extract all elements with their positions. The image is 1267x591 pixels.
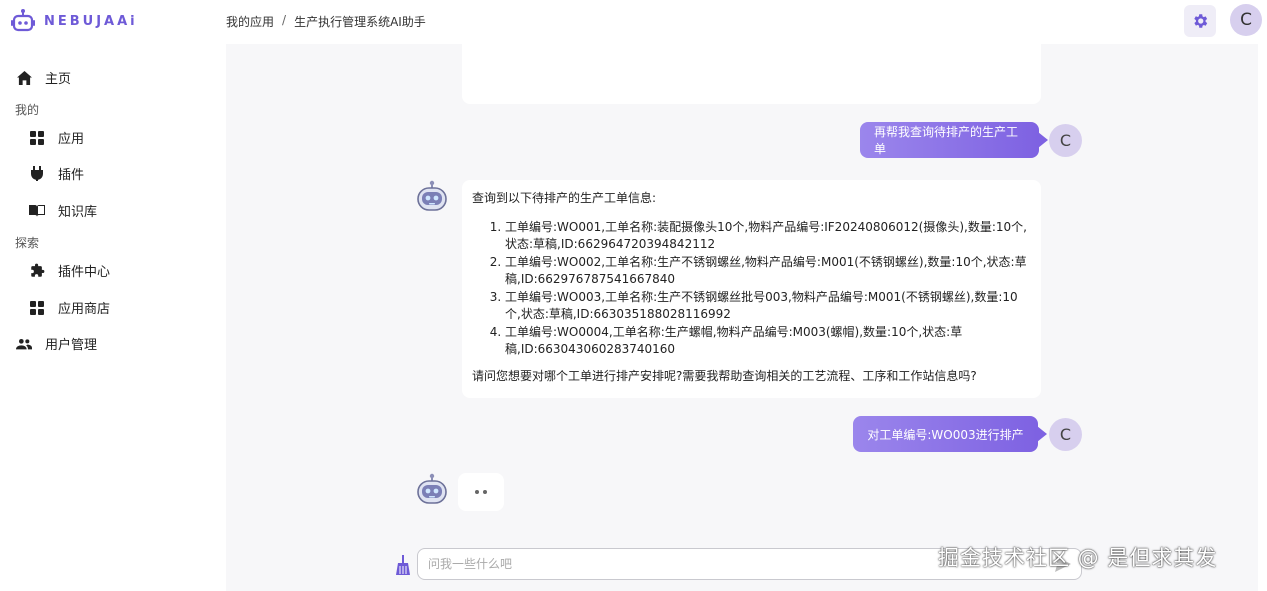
grid-icon [29,130,45,146]
bot-message: 查询到以下待排产的生产工单信息: 工单编号:WO001,工单名称:装配摄像头10… [462,180,1041,398]
typing-dot [475,490,479,494]
work-order-list: 工单编号:WO001,工单名称:装配摄像头10个,物料产品编号:IF202408… [472,219,1031,358]
sidebar-item-home[interactable]: 主页 [16,68,71,87]
sidebar-item-plugins[interactable]: 插件 [29,164,84,183]
sidebar-item-app-store[interactable]: 应用商店 [29,298,110,317]
work-order-item: 工单编号:WO002,工单名称:生产不锈钢螺丝,物料产品编号:M001(不锈钢螺… [505,254,1031,288]
book-icon [29,203,45,219]
sidebar-item-label: 应用 [58,132,85,147]
brand-name: NEBUJAAi [44,13,138,29]
broom-icon[interactable] [394,555,412,575]
puzzle-icon [29,263,45,279]
work-order-item: 工单编号:WO001,工单名称:装配摄像头10个,物料产品编号:IF202408… [505,219,1031,253]
sidebar: 主页 我的 应用 插件 知识库 探索 插件中心 应用商店 用户管理 [0,44,226,591]
sidebar-item-label: 主页 [45,72,72,87]
user-message: 对工单编号:WO003进行排产 [853,416,1047,452]
sidebar-section-mine: 我的 [15,103,40,117]
users-icon [16,336,32,352]
brand-logo[interactable]: NEBUJAAi [10,8,138,34]
work-order-item: 工单编号:WO003,工单名称:生产不锈钢螺丝批号003,物料产品编号:M001… [505,289,1031,323]
sidebar-item-label: 插件 [58,168,85,183]
previous-bot-message [462,44,1041,104]
sidebar-item-knowledge[interactable]: 知识库 [29,201,97,220]
robot-avatar-icon [417,473,447,504]
sidebar-item-label: 用户管理 [45,338,98,353]
grid-icon [29,300,45,316]
robot-logo-icon [11,9,35,32]
sidebar-item-plugin-center[interactable]: 插件中心 [29,261,110,280]
settings-button[interactable] [1184,5,1216,37]
user-chat-avatar: C [1049,124,1082,157]
breadcrumb-my-apps[interactable]: 我的应用 [226,13,274,30]
robot-avatar-icon [417,180,447,211]
user-chat-avatar: C [1049,418,1082,451]
gear-icon [1194,14,1208,28]
bot-message-question: 请问您想要对哪个工单进行排产安排呢?需要我帮助查询相关的工艺流程、工序和工作站信… [472,369,977,383]
breadcrumb: 我的应用 / 生产执行管理系统AI助手 [226,13,426,30]
sidebar-section-explore: 探索 [15,236,40,250]
work-order-item: 工单编号:WO0004,工单名称:生产螺帽,物料产品编号:M003(螺帽),数量… [505,324,1031,358]
top-bar: NEBUJAAi 我的应用 / 生产执行管理系统AI助手 C [0,0,1267,44]
bot-message-intro: 查询到以下待排产的生产工单信息: [472,191,657,205]
home-icon [16,70,32,86]
sidebar-item-users[interactable]: 用户管理 [16,334,97,353]
breadcrumb-current-app: 生产执行管理系统AI助手 [294,15,426,29]
sidebar-item-label: 知识库 [58,205,98,220]
typing-indicator [458,473,504,511]
sidebar-item-label: 应用商店 [58,302,111,317]
sidebar-item-label: 插件中心 [58,265,111,280]
scrollbar-track[interactable] [1258,44,1267,591]
user-message: 再帮我查询待排产的生产工单 [860,122,1048,158]
watermark-text: 掘金技术社区 @ 是但求其发 [938,546,1218,570]
plug-icon [29,166,45,182]
typing-dot [483,490,487,494]
breadcrumb-separator: / [282,13,287,27]
user-avatar[interactable]: C [1230,4,1262,36]
sidebar-item-apps[interactable]: 应用 [29,128,84,147]
